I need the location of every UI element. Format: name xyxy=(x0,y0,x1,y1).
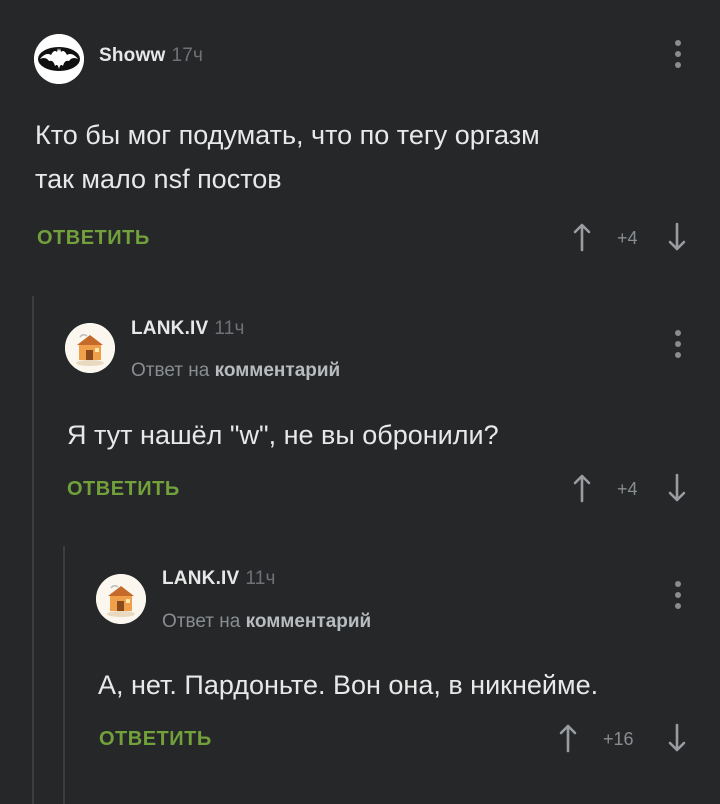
comment-body: Я тут нашёл "w", не вы обронили? xyxy=(67,420,499,450)
dot-icon xyxy=(675,603,681,609)
dot-icon xyxy=(675,341,681,347)
author-name[interactable]: LANK.IV xyxy=(131,318,208,339)
upvote-arrow-icon[interactable] xyxy=(572,473,592,503)
dot-icon xyxy=(675,330,681,336)
comment-body: А, нет. Пардоньте. Вон она, в никнейме. xyxy=(98,670,599,700)
dot-icon xyxy=(675,51,681,57)
downvote-arrow-icon[interactable] xyxy=(667,473,687,503)
downvote-arrow-icon[interactable] xyxy=(667,723,687,753)
comment-author[interactable]: Showw 17ч xyxy=(99,45,203,67)
dot-icon xyxy=(675,581,681,587)
reply-button[interactable]: ОТВЕТИТЬ xyxy=(99,728,212,751)
reply-button[interactable]: ОТВЕТИТЬ xyxy=(37,227,150,250)
dot-icon xyxy=(675,40,681,46)
reply-button[interactable]: ОТВЕТИТЬ xyxy=(67,478,180,501)
downvote-arrow-icon[interactable] xyxy=(667,222,687,252)
avatar[interactable] xyxy=(34,34,84,84)
cartoon-house-icon xyxy=(65,323,115,373)
rating-value: +4 xyxy=(617,228,638,248)
dot-icon xyxy=(675,592,681,598)
reply-to-prefix: Ответ на xyxy=(131,360,210,381)
reply-to-line: Ответ на комментарий xyxy=(162,611,371,633)
reply-to-link[interactable]: комментарий xyxy=(215,360,341,381)
upvote-arrow-icon[interactable] xyxy=(558,723,578,753)
more-options-button[interactable] xyxy=(674,330,682,358)
more-options-button[interactable] xyxy=(674,581,682,609)
dot-icon xyxy=(675,352,681,358)
avatar[interactable] xyxy=(65,323,115,373)
comment-body: Кто бы мог подумать, что по тегу оргазм … xyxy=(35,113,695,201)
rating-value: +4 xyxy=(617,479,638,499)
rating-value: +16 xyxy=(603,729,634,749)
upvote-arrow-icon[interactable] xyxy=(572,222,592,252)
avatar[interactable] xyxy=(96,574,146,624)
thread-line-level1 xyxy=(32,296,34,804)
more-options-button[interactable] xyxy=(674,40,682,68)
comment-time: 17ч xyxy=(171,45,204,66)
cartoon-house-icon xyxy=(96,574,146,624)
author-name[interactable]: Showw xyxy=(99,45,165,66)
dot-icon xyxy=(675,62,681,68)
comment-text-line: так мало nsf постов xyxy=(35,164,282,194)
reply-to-link[interactable]: комментарий xyxy=(246,611,372,632)
comment-author[interactable]: LANK.IV 11ч xyxy=(162,568,276,590)
reply-to-line: Ответ на комментарий xyxy=(131,360,340,382)
author-name[interactable]: LANK.IV xyxy=(162,568,239,589)
comment-time: 11ч xyxy=(214,318,245,339)
bat-logo-icon xyxy=(34,34,84,84)
comment-time: 11ч xyxy=(245,568,276,589)
reply-to-prefix: Ответ на xyxy=(162,611,241,632)
thread-line-level2 xyxy=(63,546,65,804)
comment-author[interactable]: LANK.IV 11ч xyxy=(131,318,245,340)
comment-text-line: Кто бы мог подумать, что по тегу оргазм xyxy=(35,120,540,150)
